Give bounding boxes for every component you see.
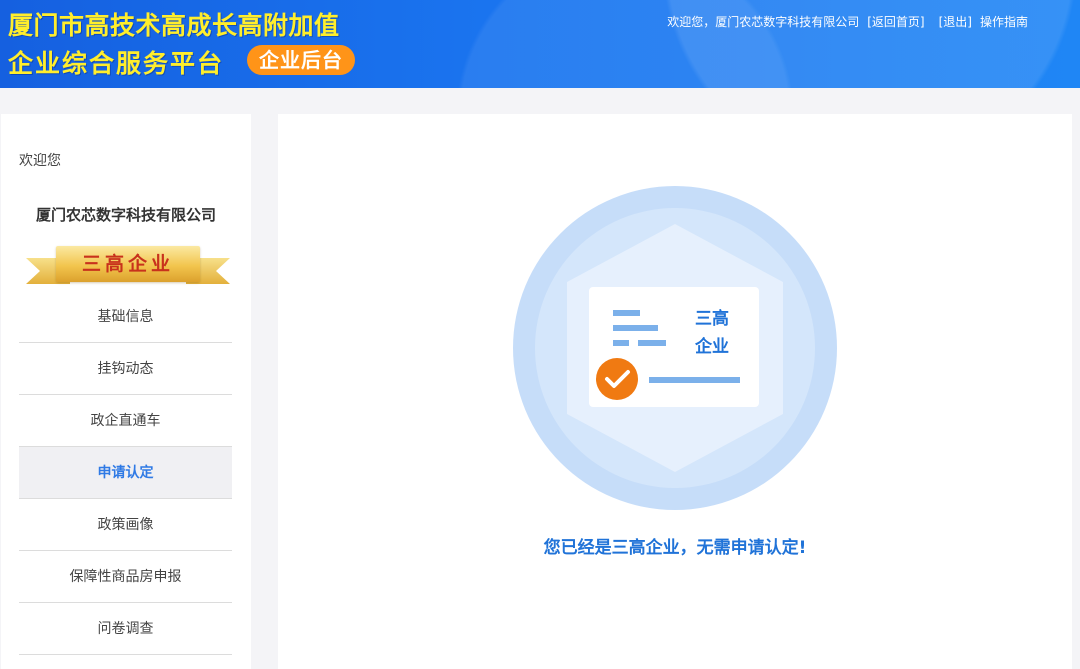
card-line-2 — [613, 325, 658, 331]
certified-illustration: 三高 企业 — [513, 186, 837, 510]
sidebar-item-survey[interactable]: 问卷调查 — [19, 603, 232, 655]
sidebar-item-gov-express[interactable]: 政企直通车 — [19, 395, 232, 447]
card-line-3b — [638, 340, 666, 346]
sidebar-item-housing-application[interactable]: 保障性商品房申报 — [19, 551, 232, 603]
certification-status-message: 您已经是三高企业，无需申请认定! — [543, 538, 807, 558]
card-line-bottom — [649, 377, 740, 383]
logout-link[interactable]: [退出] — [939, 13, 972, 30]
platform-title-line1: 厦门市高技术高成长高附加值 — [8, 11, 340, 40]
sidebar-item-linkage-updates[interactable]: 挂钩动态 — [19, 343, 232, 395]
company-name: 厦门农芯数字科技有限公司 — [35, 206, 216, 224]
sidebar-item-apply-certification[interactable]: 申请认定 — [19, 447, 232, 499]
greeting-text: 欢迎您，厦门农芯数字科技有限公司 — [667, 15, 860, 29]
return-home-link[interactable]: [返回首页] — [867, 13, 924, 30]
three-high-enterprise-ribbon: 三高企业 — [26, 246, 230, 286]
top-nav: 欢迎您，厦门农芯数字科技有限公司 [返回首页] [退出] 操作指南 — [667, 13, 1028, 30]
sidebar-item-policy-profile[interactable]: 政策画像 — [19, 499, 232, 551]
platform-title-line2: 企业综合服务平台 — [8, 49, 225, 78]
main-panel: 三高 企业 您已经是三高企业，无需申请认定! — [278, 114, 1072, 669]
card-text-line1: 三高 — [695, 308, 729, 328]
ribbon-label: 三高企业 — [56, 246, 200, 282]
card-line-1 — [613, 310, 640, 316]
card-line-3a — [613, 340, 629, 346]
header-banner: 厦门市高技术高成长高附加值 企业综合服务平台 企业后台 欢迎您，厦门农芯数字科技… — [0, 0, 1080, 88]
admin-backend-badge: 企业后台 — [247, 45, 355, 75]
operation-guide-link[interactable]: 操作指南 — [980, 13, 1028, 30]
card-text-line2: 企业 — [694, 336, 729, 356]
check-badge — [596, 358, 638, 400]
sidebar-welcome: 欢迎您 — [19, 153, 61, 169]
sidebar-menu: 基础信息 挂钩动态 政企直通车 申请认定 政策画像 保障性商品房申报 问卷调查 — [19, 291, 232, 655]
sidebar: 欢迎您 厦门农芯数字科技有限公司 三高企业 基础信息 挂钩动态 政企直通车 申请… — [1, 114, 251, 669]
sidebar-item-basic-info[interactable]: 基础信息 — [19, 291, 232, 343]
